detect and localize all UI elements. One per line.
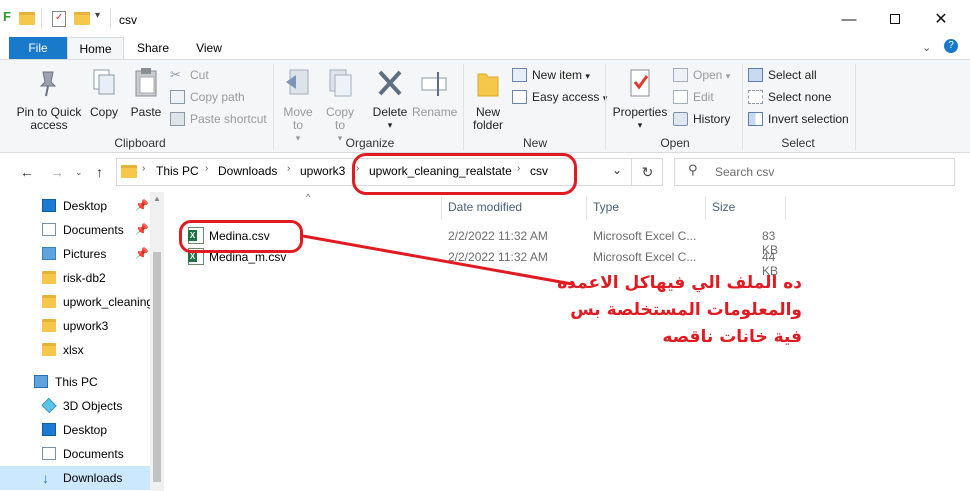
annotation-line-2: والمعلومات المستخلصة بس [570, 300, 802, 320]
annotation-line-1: ده الملف الي فيهاكل الاعمده [557, 273, 802, 293]
annotation-arrow [302, 234, 573, 286]
annotation-line-3: فية خانات ناقصه [662, 327, 802, 347]
annotation-text: ده الملف الي فيهاكل الاعمده والمعلومات ا… [540, 270, 802, 351]
